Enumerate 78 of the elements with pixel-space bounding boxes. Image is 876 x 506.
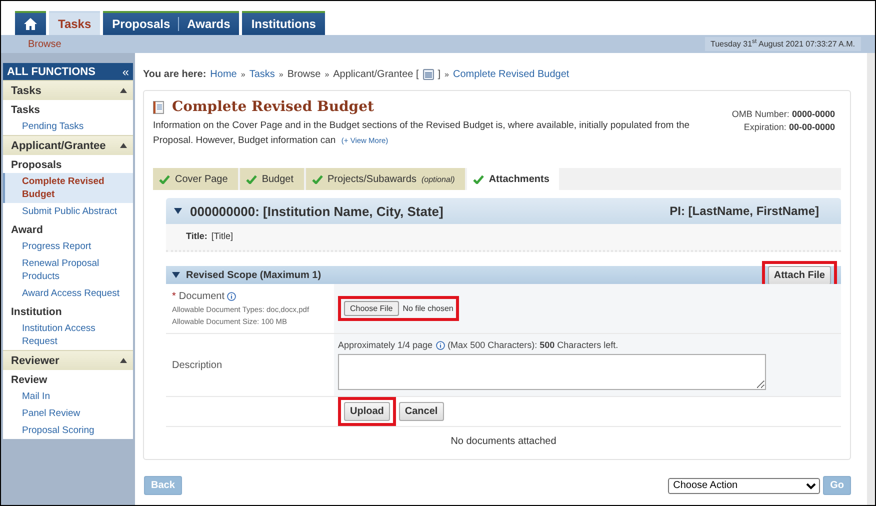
step-tab[interactable]: Attachments xyxy=(466,168,560,190)
action-button[interactable]: Cancel xyxy=(398,402,444,421)
section-header[interactable]: Tasks xyxy=(3,80,133,100)
sidebar-item[interactable]: Mail In xyxy=(3,388,133,405)
sidebar-item[interactable]: Pending Tasks xyxy=(3,118,133,135)
breadcrumb-text: ] xyxy=(438,68,441,80)
attach-file-button[interactable]: Attach File xyxy=(768,266,831,284)
document-label: * Document xyxy=(172,291,328,302)
breadcrumb-text: Applicant/Grantee [ xyxy=(333,68,419,80)
scope-title[interactable]: Revised Scope (Maximum 1) xyxy=(172,270,322,280)
empty-message: No documents attached xyxy=(450,435,558,447)
home-icon xyxy=(24,18,37,30)
info-icon[interactable] xyxy=(436,340,445,350)
choose-file-button[interactable]: Choose File xyxy=(344,301,399,316)
sidebar-item[interactable]: Renewal Proposal Products xyxy=(3,255,133,285)
breadcrumb-link[interactable]: Home xyxy=(210,68,237,80)
breadcrumb-link[interactable]: Tasks xyxy=(249,68,275,80)
description-label: Description xyxy=(172,360,224,370)
omb-info: Expiration: 00-00-0000 xyxy=(744,122,835,132)
section-header[interactable]: Applicant/Grantee xyxy=(3,135,133,155)
nav-tab[interactable]: Proposals Awards xyxy=(103,11,240,35)
document-icon xyxy=(153,100,164,114)
triangle-icon[interactable] xyxy=(120,88,127,93)
group-title: Review xyxy=(10,373,48,388)
step-tab[interactable]: Projects/Subawards (optional) xyxy=(306,168,465,190)
nav-tab-label[interactable]: Institutions xyxy=(251,17,316,31)
breadcrumb-label: You are here: xyxy=(143,68,206,80)
triangle-icon[interactable] xyxy=(120,358,127,363)
sidebar-item[interactable]: Institution Access Request xyxy=(3,320,133,350)
check-icon xyxy=(246,174,257,184)
sidebar-item[interactable]: Complete Revised Budget xyxy=(3,173,133,203)
browse-link[interactable]: Browse xyxy=(28,38,62,50)
record-title: 000000000: [Institution Name, City, State] xyxy=(190,204,444,218)
sidebar-item[interactable]: Panel Review xyxy=(3,405,133,422)
date-time: Tuesday 31$^{st}$ August 2021 07:33:27 A.M. xyxy=(704,37,861,51)
group-title: Tasks xyxy=(10,103,41,118)
pi-name: PI: [LastName, FirstName] xyxy=(670,204,819,218)
breadcrumb-separator: » xyxy=(240,70,246,78)
step-tab[interactable]: Budget xyxy=(240,168,304,190)
breadcrumb-separator: » xyxy=(278,70,284,78)
triangle-icon[interactable] xyxy=(174,208,182,214)
group-title: Proposals xyxy=(10,158,63,173)
sidebar-item[interactable]: Submit Public Abstract xyxy=(3,203,133,220)
home-tab[interactable] xyxy=(15,11,46,35)
step-tab[interactable]: Cover Page xyxy=(153,168,238,190)
check-icon xyxy=(312,174,323,184)
breadcrumb-separator: » xyxy=(444,70,449,78)
list-icon[interactable] xyxy=(422,68,434,80)
omb-info: OMB Number: 0000-0000 xyxy=(732,109,835,119)
collapse-button[interactable]: « xyxy=(122,64,129,78)
nav-tab-label[interactable]: Awards xyxy=(187,17,230,31)
action-button[interactable]: Upload xyxy=(344,402,390,421)
section-header[interactable]: Reviewer xyxy=(3,350,133,370)
nav-tab-label[interactable]: Tasks xyxy=(58,17,92,31)
check-icon xyxy=(159,174,170,184)
info-icon[interactable] xyxy=(227,292,236,301)
sidebar-item[interactable]: Award Access Request xyxy=(3,285,133,302)
required-mark: * xyxy=(172,291,176,302)
sidebar-title: ALL FUNCTIONS xyxy=(7,66,96,78)
hint-text: Approximately 1/4 page xyxy=(338,340,433,350)
breadcrumb-link[interactable]: Complete Revised Budget xyxy=(452,68,570,80)
description-field[interactable] xyxy=(338,354,766,390)
triangle-icon[interactable] xyxy=(172,272,180,278)
nav-tab-label[interactable]: Proposals xyxy=(112,17,170,31)
group-title: Institution xyxy=(10,305,63,320)
group-title: Award xyxy=(10,223,44,238)
file-status: No file chosen xyxy=(402,304,454,313)
sidebar-item[interactable]: Proposal Scoring xyxy=(3,422,133,439)
breadcrumb-text: Browse xyxy=(287,68,321,80)
breadcrumb-separator: » xyxy=(324,70,330,78)
character-limit-text: (Max 500 Characters): 500 Characters left. xyxy=(448,340,618,350)
check-icon xyxy=(472,174,484,184)
triangle-icon[interactable] xyxy=(120,143,127,148)
sidebar-item[interactable]: Progress Report xyxy=(3,238,133,255)
nav-tab[interactable]: Tasks xyxy=(49,11,100,35)
page-title: Complete Revised Budget xyxy=(172,99,374,115)
action-select[interactable]: Choose Action xyxy=(668,478,820,494)
nav-tab[interactable]: Institutions xyxy=(242,11,325,35)
